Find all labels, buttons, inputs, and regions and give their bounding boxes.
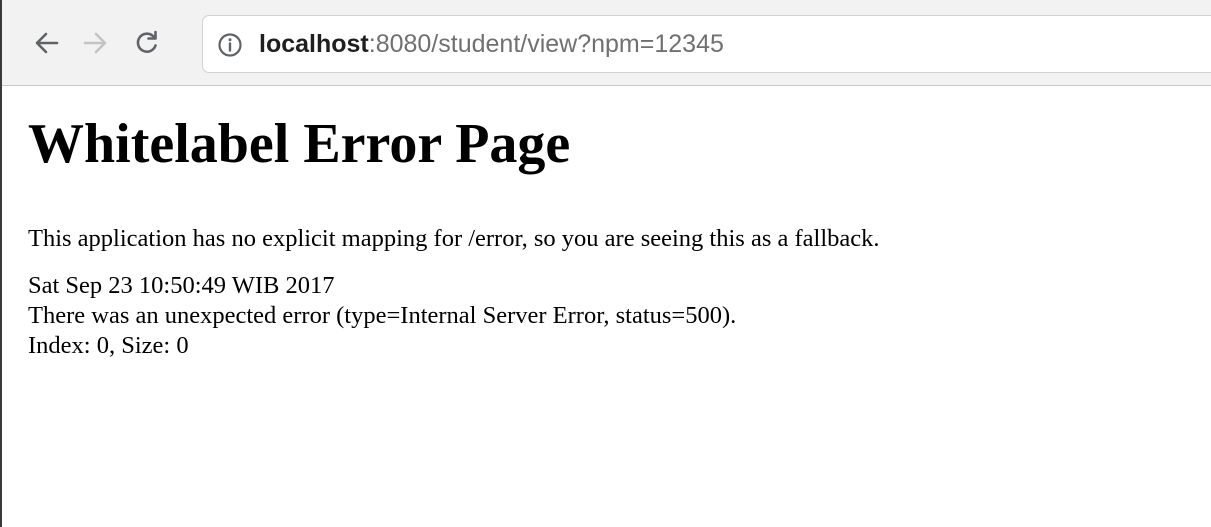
browser-toolbar: localhost:8080/student/view?npm=12345	[2, 0, 1211, 86]
reload-icon	[136, 30, 157, 53]
page-content: Whitelabel Error Page This application h…	[28, 86, 1201, 361]
back-arrow-icon	[35, 32, 59, 54]
error-timestamp: Sat Sep 23 10:50:49 WIB 2017	[28, 272, 335, 299]
error-type-status: There was an unexpected error (type=Inte…	[28, 302, 737, 329]
error-details: Sat Sep 23 10:50:49 WIB 2017 There was a…	[28, 271, 1201, 361]
address-host: localhost	[259, 30, 369, 58]
forward-button[interactable]	[80, 28, 110, 58]
page-title: Whitelabel Error Page	[28, 113, 571, 175]
address-path: :8080/student/view?npm=12345	[368, 30, 724, 58]
address-bar[interactable]: localhost:8080/student/view?npm=12345	[202, 15, 1211, 73]
reload-button[interactable]	[132, 28, 162, 58]
fallback-message: This application has no explicit mapping…	[28, 225, 880, 252]
address-url[interactable]: localhost:8080/student/view?npm=12345	[259, 29, 724, 59]
info-icon[interactable]	[217, 32, 243, 58]
error-detail: Index: 0, Size: 0	[28, 332, 189, 359]
back-button[interactable]	[32, 28, 62, 58]
forward-arrow-icon	[83, 32, 107, 54]
browser-window: localhost:8080/student/view?npm=12345 Wh…	[0, 0, 1211, 527]
